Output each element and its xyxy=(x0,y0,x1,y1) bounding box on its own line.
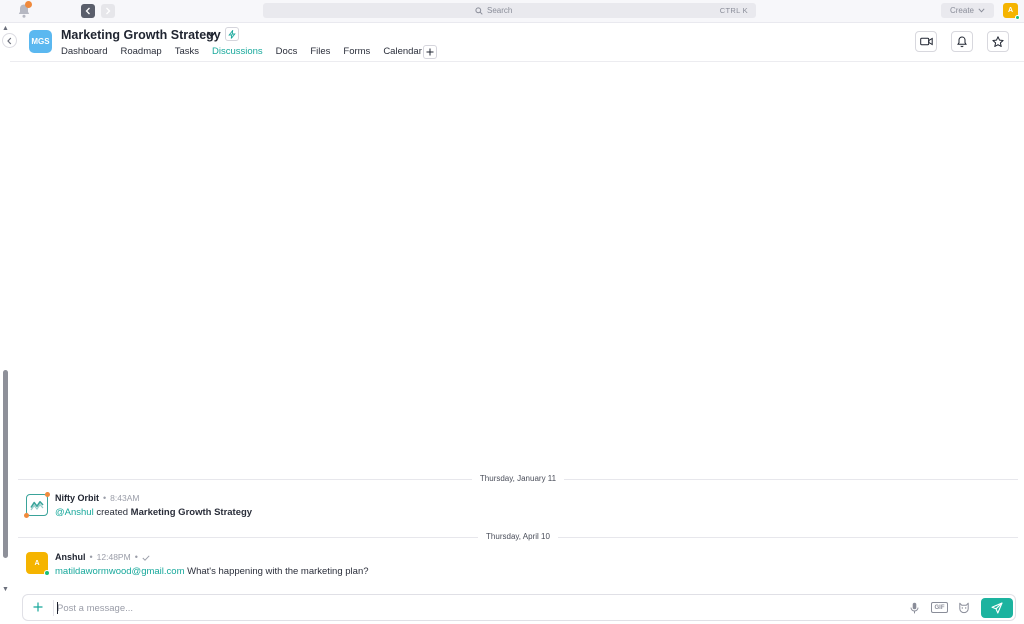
header-divider xyxy=(10,61,1024,62)
message-text: What's happening with the marketing plan… xyxy=(184,566,369,577)
date-divider-label: Thursday, April 10 xyxy=(478,532,558,541)
microphone-icon[interactable] xyxy=(910,602,919,614)
video-call-button[interactable] xyxy=(915,31,937,52)
message-time[interactable]: 12:48PM xyxy=(97,552,131,563)
tab-calendar[interactable]: Calendar xyxy=(383,46,422,58)
project-ai-button[interactable] xyxy=(225,27,239,41)
search-shortcut: CTRL K xyxy=(719,6,748,15)
message-time[interactable]: 8:43AM xyxy=(110,493,139,504)
project-initials: MGS xyxy=(31,37,50,46)
nifty-orbit-logo-icon xyxy=(30,501,44,511)
attach-plus-icon[interactable] xyxy=(32,601,44,613)
separator-dot: • xyxy=(134,552,138,562)
orbit-accent-dot xyxy=(24,513,29,518)
email-mention[interactable]: matildawormwood@gmail.com xyxy=(55,566,185,577)
message-author[interactable]: Nifty Orbit xyxy=(55,493,99,504)
notifications-button[interactable] xyxy=(951,31,973,52)
separator-dot: • xyxy=(89,552,93,562)
message-body: matildawormwood@gmail.com What's happeni… xyxy=(55,566,369,578)
project-tabs: Dashboard Roadmap Tasks Discussions Docs File… xyxy=(61,46,435,58)
project-reference: Marketing Growth Strategy xyxy=(130,507,253,518)
notification-badge xyxy=(25,1,32,8)
gif-button[interactable]: GIF xyxy=(931,602,948,613)
search-icon xyxy=(475,6,483,15)
top-bar: Search CTRL K Create A xyxy=(0,0,1024,23)
scroll-down-arrow-icon[interactable]: ▼ xyxy=(2,586,9,593)
date-divider-label: Thursday, January 11 xyxy=(471,474,565,483)
tab-dashboard[interactable]: Dashboard xyxy=(61,46,107,58)
video-camera-icon xyxy=(919,37,933,46)
date-divider: Thursday, April 10 xyxy=(18,531,1018,543)
tab-files[interactable]: Files xyxy=(310,46,330,58)
date-divider: Thursday, January 11 xyxy=(18,473,1018,485)
checkmark-icon xyxy=(142,554,150,561)
orbit-accent-dot xyxy=(45,492,50,497)
message-author[interactable]: Anshul xyxy=(55,552,86,563)
anshul-avatar[interactable]: A xyxy=(26,552,50,576)
message-header: Nifty Orbit • 8:43AM xyxy=(55,493,139,504)
back-button[interactable] xyxy=(81,4,95,18)
send-button[interactable] xyxy=(981,598,1013,618)
user-avatar-initial: A xyxy=(1007,7,1014,14)
chevron-down-icon xyxy=(978,8,985,13)
tab-roadmap[interactable]: Roadmap xyxy=(120,46,161,58)
plus-icon xyxy=(426,48,434,56)
message-input[interactable] xyxy=(57,600,657,616)
scrollbar-thumb[interactable] xyxy=(3,370,8,558)
user-avatar[interactable]: A xyxy=(1003,3,1020,20)
message-composer: GIF xyxy=(22,594,1016,621)
send-paper-plane-icon xyxy=(991,602,1003,614)
online-status-dot xyxy=(44,570,50,576)
tab-forms[interactable]: Forms xyxy=(343,46,370,58)
emoji-cat-icon[interactable] xyxy=(958,602,970,614)
online-status-dot xyxy=(1015,15,1020,20)
message-body: @Anshul created Marketing Growth Strateg… xyxy=(55,507,252,519)
nifty-orbit-avatar[interactable] xyxy=(24,492,50,518)
composer-separator xyxy=(53,600,54,616)
search-label: Search xyxy=(487,6,513,15)
project-menu-chevron-down-icon[interactable] xyxy=(206,30,217,39)
message-text: created xyxy=(93,507,131,518)
tab-tasks[interactable]: Tasks xyxy=(175,46,199,58)
project-icon: MGS xyxy=(29,30,52,53)
gif-label: GIF xyxy=(934,604,945,611)
sparkle-icon xyxy=(228,29,236,39)
message-header: Anshul • 12:48PM • xyxy=(55,552,150,563)
add-tab-button[interactable] xyxy=(423,45,437,59)
text-caret xyxy=(57,602,58,614)
separator-dot: • xyxy=(103,493,107,503)
project-title[interactable]: Marketing Growth Strategy xyxy=(61,27,221,43)
chevron-left-icon xyxy=(7,37,12,44)
scroll-up-arrow-icon[interactable]: ▲ xyxy=(2,25,9,32)
bell-icon xyxy=(957,35,967,47)
star-icon xyxy=(992,35,1004,47)
favorite-button[interactable] xyxy=(987,31,1009,52)
forward-button[interactable] xyxy=(101,4,115,18)
global-search[interactable]: Search CTRL K xyxy=(263,3,756,18)
chevron-left-icon xyxy=(85,7,90,15)
user-mention[interactable]: @Anshul xyxy=(55,507,94,518)
create-label: Create xyxy=(949,6,974,15)
tab-discussions[interactable]: Discussions xyxy=(212,46,263,58)
create-button[interactable]: Create xyxy=(941,3,994,18)
chevron-right-icon xyxy=(106,7,111,15)
tab-docs[interactable]: Docs xyxy=(276,46,298,58)
collapse-sidebar-button[interactable] xyxy=(2,33,17,48)
avatar-initial: A xyxy=(34,559,40,567)
